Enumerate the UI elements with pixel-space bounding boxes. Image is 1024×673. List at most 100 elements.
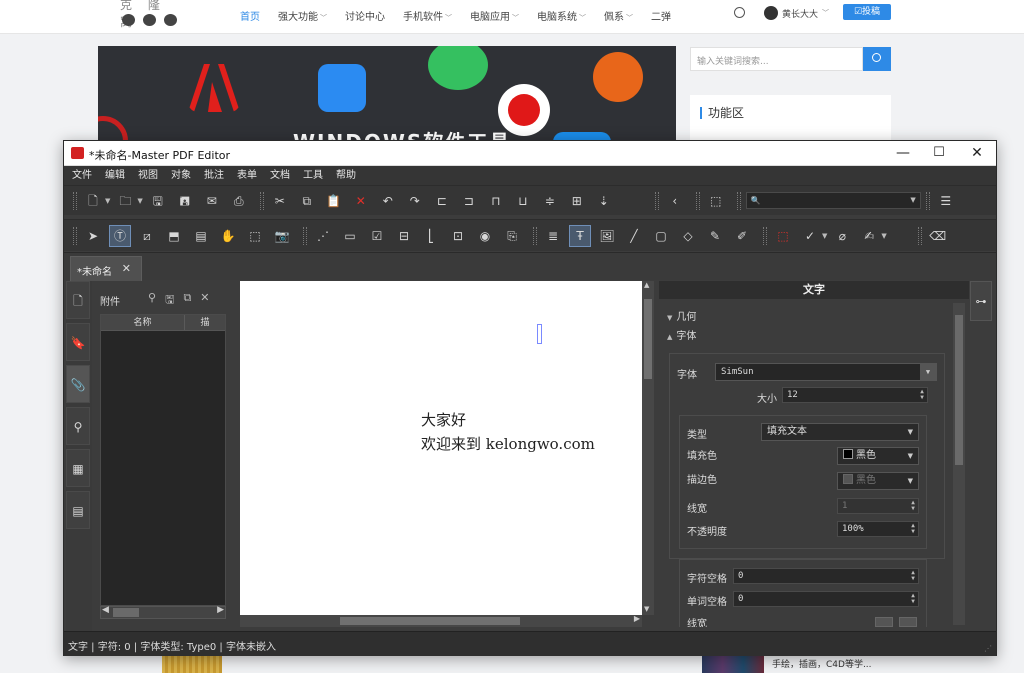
minimize-button[interactable]: — <box>890 143 916 163</box>
pages-panel-icon[interactable]: 🗋 <box>66 281 90 319</box>
vertical-scrollbar[interactable]: ▲ ▼ <box>642 281 654 615</box>
column-header-name[interactable]: 名称 <box>101 315 185 330</box>
textfield-icon[interactable]: ⊟ <box>393 225 415 247</box>
close-button[interactable]: ✕ <box>964 143 990 163</box>
rectangle-icon[interactable]: ▢ <box>650 225 672 247</box>
nav-item[interactable]: 电脑应用 ﹀ <box>470 8 519 23</box>
menu-item[interactable]: 视图 <box>138 166 158 185</box>
scroll-right-icon[interactable]: ▶ <box>217 605 224 615</box>
nav-item[interactable]: 佩系 ﹀ <box>604 8 633 23</box>
pencil-icon[interactable]: ✎ <box>704 225 726 247</box>
text-type-select[interactable]: 填充文本 ▼ <box>761 423 919 441</box>
save-as-icon[interactable]: 🖪 <box>174 190 196 212</box>
delete-icon[interactable]: ✕ <box>350 190 372 212</box>
line-icon[interactable]: ╱ <box>623 225 645 247</box>
chevron-down-icon[interactable]: ▼ <box>137 197 142 205</box>
close-icon[interactable]: ✕ <box>200 291 209 310</box>
opacity-input[interactable]: 100% ▲ ▼ <box>837 521 919 537</box>
chevron-down-icon[interactable]: ▼ <box>908 448 913 464</box>
attachments-table[interactable]: 名称 描 <box>100 314 226 606</box>
edit-image-icon[interactable]: ⧄ <box>136 225 158 247</box>
scroll-thumb[interactable] <box>955 315 963 465</box>
add-image-icon[interactable]: 🖼 <box>596 225 618 247</box>
horizontal-scrollbar[interactable]: ▶ <box>240 614 642 627</box>
undo-icon[interactable]: ↶ <box>377 190 399 212</box>
signatures-panel-icon[interactable]: ▤ <box>66 491 90 529</box>
scroll-thumb[interactable] <box>644 299 652 379</box>
attachments-panel-icon[interactable]: 📎 <box>66 365 90 403</box>
increase-button[interactable] <box>899 617 917 627</box>
section-font[interactable]: ▲ 字体 <box>667 327 696 342</box>
align-center-icon[interactable]: ≑ <box>539 190 561 212</box>
site-user-menu[interactable]: 黄长大大 ﹀ <box>764 6 829 20</box>
spinner-icon[interactable]: ▲ ▼ <box>909 570 917 582</box>
scroll-thumb[interactable] <box>113 608 139 617</box>
hand-icon[interactable]: ✋ <box>217 225 239 247</box>
marquee-icon[interactable]: ⬚ <box>244 225 266 247</box>
attach-icon[interactable]: ⌀ <box>831 225 853 247</box>
site-logo[interactable]: 克 隆 窝 <box>120 0 190 30</box>
radio-icon[interactable]: ◉ <box>474 225 496 247</box>
chevron-down-icon[interactable]: ▼ <box>105 197 110 205</box>
checkmark-icon[interactable]: ✓ <box>799 225 821 247</box>
cut-icon[interactable]: ✂ <box>269 190 291 212</box>
edit-forms-icon[interactable]: ⬒ <box>163 225 185 247</box>
align-middle-icon[interactable]: ⊞ <box>566 190 588 212</box>
open-folder-icon[interactable]: 🗀 <box>114 190 136 212</box>
align-left-icon[interactable]: ⊏ <box>431 190 453 212</box>
select-arrow-icon[interactable]: ➤ <box>82 225 104 247</box>
bookmarks-panel-icon[interactable]: 🔖 <box>66 323 90 361</box>
nav-item[interactable]: 首页 <box>240 8 260 23</box>
font-select[interactable]: SimSun ▼ <box>715 363 937 381</box>
link-icon[interactable]: ⋰ <box>312 225 334 247</box>
nav-item[interactable]: 讨论中心 <box>345 8 385 23</box>
print-icon[interactable]: ⎙ <box>228 190 250 212</box>
maximize-button[interactable]: ☐ <box>926 143 952 163</box>
align-right-icon[interactable]: ⊐ <box>458 190 480 212</box>
new-document-icon[interactable]: 🗋 <box>82 190 104 212</box>
save-icon[interactable]: 🖫 <box>165 291 174 310</box>
clear-format-icon[interactable]: ⌫ <box>927 225 949 247</box>
title-bar[interactable]: *未命名-Master PDF Editor — ☐ ✕ <box>64 141 996 166</box>
chevron-down-icon[interactable]: ▼ <box>920 364 936 380</box>
snapshot-icon[interactable]: ⬚ <box>705 190 727 212</box>
site-search-button[interactable] <box>863 47 891 71</box>
eraser-icon[interactable]: ✐ <box>731 225 753 247</box>
scroll-down-icon[interactable]: ▼ <box>644 605 649 613</box>
search-icon[interactable] <box>734 7 745 18</box>
font-size-input[interactable]: 12 ▲ ▼ <box>782 387 928 403</box>
document-text-line[interactable]: 欢迎来到 kelongwo.com <box>421 433 595 454</box>
toolbar-search-input[interactable]: 🔍 ▼ <box>745 192 921 209</box>
close-icon[interactable]: ✕ <box>122 262 131 275</box>
search-panel-icon[interactable]: ⚲ <box>66 407 90 445</box>
add-text-icon[interactable]: ≣ <box>542 225 564 247</box>
checkbox-icon[interactable]: ☑ <box>366 225 388 247</box>
edit-text-icon[interactable]: Ⓣ <box>109 224 131 247</box>
toolbar-grip[interactable] <box>73 226 77 245</box>
fill-color-select[interactable]: 黑色 ▼ <box>837 447 919 465</box>
scroll-left-icon[interactable]: ◀ <box>102 605 109 615</box>
redact-icon[interactable]: ⬚ <box>772 225 794 247</box>
decrease-button[interactable] <box>875 617 893 627</box>
resize-grip-icon[interactable]: ⋰ <box>984 644 992 653</box>
combobox-icon[interactable]: ⊡ <box>447 225 469 247</box>
add-icon[interactable]: ⧉ <box>183 291 191 310</box>
chevron-down-icon[interactable]: ▼ <box>908 424 913 440</box>
spinner-icon[interactable]: ▲ ▼ <box>918 389 926 401</box>
scroll-up-icon[interactable]: ▲ <box>644 281 649 289</box>
search-icon[interactable]: ⚲ <box>148 291 156 310</box>
copy-icon[interactable]: ⧉ <box>296 190 318 212</box>
nav-item[interactable]: 二弹 <box>651 8 671 23</box>
tab-untitled[interactable]: *未命名 ✕ <box>70 256 142 281</box>
nav-item[interactable]: 手机软件 ﹀ <box>403 8 452 23</box>
menu-item[interactable]: 编辑 <box>105 166 125 185</box>
document-page[interactable]: 大家好 欢迎来到 kelongwo.com <box>240 281 642 615</box>
site-search-input[interactable]: 输入关键词搜索... <box>690 47 863 71</box>
signature-field-icon[interactable]: ⎘ <box>501 225 523 247</box>
related-post[interactable]: 手绘，插画，C4D等学... <box>702 653 872 673</box>
menu-item[interactable]: 文档 <box>270 166 290 185</box>
menu-item[interactable]: 批注 <box>204 166 224 185</box>
menu-item[interactable]: 文件 <box>72 166 92 185</box>
hero-banner[interactable]: WINDOWS软件工具 <box>98 46 676 146</box>
horizontal-scrollbar[interactable]: ◀ ▶ <box>100 605 226 619</box>
